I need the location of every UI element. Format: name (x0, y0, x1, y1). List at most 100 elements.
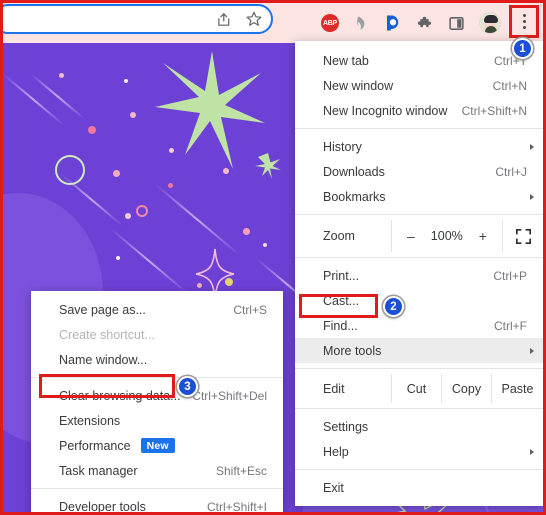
kebab-menu-button[interactable] (509, 5, 539, 38)
menu-item-help[interactable]: Help (295, 439, 543, 464)
menu-item-new-window[interactable]: New window Ctrl+N (295, 73, 543, 98)
menu-item-label: Developer tools (59, 499, 146, 514)
submenu-item-save-page-as[interactable]: Save page as... Ctrl+S (31, 297, 283, 322)
surfshark-vpn-icon[interactable] (353, 14, 369, 32)
decorative-dot (113, 170, 120, 177)
decorative-dot (130, 112, 136, 118)
share-icon[interactable] (216, 11, 233, 28)
adblock-plus-icon[interactable]: ABP (321, 14, 339, 32)
fullscreen-button[interactable] (503, 228, 543, 244)
menu-item-more-tools[interactable]: More tools (295, 338, 543, 363)
menu-item-settings[interactable]: Settings (295, 414, 543, 439)
menu-group-settings: Settings Help (295, 414, 543, 464)
menu-group-history: History Downloads Ctrl+J Bookmarks (295, 134, 543, 209)
bookmark-star-icon[interactable] (245, 10, 263, 28)
menu-separator (295, 408, 543, 409)
step-badge-2: 2 (383, 296, 404, 317)
fullscreen-icon (515, 228, 531, 244)
menu-item-label: Create shortcut... (59, 327, 155, 342)
decorative-streak (30, 73, 86, 120)
menu-group-tools: Print... Ctrl+P Cast... Find... Ctrl+F M… (295, 263, 543, 363)
menu-item-new-incognito-window[interactable]: New Incognito window Ctrl+Shift+N (295, 98, 543, 123)
menu-item-history[interactable]: History (295, 134, 543, 159)
menu-row-zoom: Zoom – 100% + (295, 220, 543, 252)
menu-item-shortcut: Ctrl+J (495, 164, 527, 179)
submenu-item-create-shortcut: Create shortcut... (31, 322, 283, 347)
menu-separator (31, 488, 283, 489)
menu-separator (295, 257, 543, 258)
menu-item-shortcut: Ctrl+Shift+I (206, 499, 267, 514)
decorative-dot (124, 79, 128, 83)
menu-item-find[interactable]: Find... Ctrl+F (295, 313, 543, 338)
small-star-icon (255, 153, 281, 179)
menu-item-label: Help (323, 444, 349, 459)
menu-item-label: Task manager (59, 463, 138, 478)
decorative-dot (225, 278, 233, 286)
decorative-dot (116, 256, 120, 260)
submenu-item-name-window[interactable]: Name window... (31, 347, 283, 372)
menu-item-label: Cast... (323, 293, 360, 308)
menu-item-new-tab[interactable]: New tab Ctrl+T (295, 48, 543, 73)
zoom-out-button[interactable]: – (407, 228, 415, 244)
chevron-right-icon (530, 347, 534, 354)
menu-separator (295, 368, 543, 369)
menu-separator (295, 214, 543, 215)
menu-item-label: New Incognito window (323, 103, 448, 118)
menu-item-label: New window (323, 78, 394, 93)
decorative-dot (197, 283, 202, 288)
decorative-dot (263, 243, 267, 247)
menu-item-shortcut: Ctrl+P (493, 268, 527, 283)
decorative-dot (168, 183, 173, 188)
kebab-dot-icon (522, 14, 526, 17)
submenu-item-performance[interactable]: Performance New (31, 433, 283, 458)
zoom-in-button[interactable]: + (479, 228, 487, 244)
menu-separator (31, 377, 283, 378)
address-bar[interactable] (3, 4, 273, 34)
menu-item-shortcut: Ctrl+N (492, 78, 527, 93)
chevron-right-icon (530, 143, 534, 150)
decorative-ring (136, 205, 148, 217)
step-badge-3: 3 (177, 376, 198, 397)
decorative-dot (88, 126, 96, 134)
menu-separator (295, 469, 543, 470)
menu-item-bookmarks[interactable]: Bookmarks (295, 184, 543, 209)
omnibox-action-icons (216, 10, 263, 28)
extensions-puzzle-icon[interactable] (416, 14, 434, 32)
decorative-dot (59, 73, 64, 78)
menu-item-label: Downloads (323, 164, 385, 179)
step-badge-1: 1 (512, 38, 533, 59)
menu-item-label: Extensions (59, 413, 121, 428)
submenu-item-clear-browsing-data[interactable]: Clear browsing data... Ctrl+Shift+Del (31, 383, 283, 408)
screenshot-root: ABP New tab Ctrl+T New window Ctrl+N New… (0, 0, 546, 515)
submenu-item-task-manager[interactable]: Task manager Shift+Esc (31, 458, 283, 483)
kebab-dot-icon (522, 26, 526, 29)
side-panel-icon[interactable] (448, 15, 465, 32)
menu-item-exit[interactable]: Exit (295, 475, 543, 500)
chrome-main-menu: New tab Ctrl+T New window Ctrl+N New Inc… (295, 41, 543, 506)
menu-item-cast[interactable]: Cast... (295, 288, 543, 313)
chevron-right-icon (530, 193, 534, 200)
menu-item-shortcut: Ctrl+Shift+Del (192, 388, 267, 403)
kebab-dot-icon (522, 20, 526, 23)
submenu-item-developer-tools[interactable]: Developer tools Ctrl+Shift+I (31, 494, 283, 514)
new-feature-badge: New (140, 438, 175, 453)
submenu-item-extensions[interactable]: Extensions (31, 408, 283, 433)
decorative-streak (110, 228, 189, 294)
menu-separator (295, 128, 543, 129)
menu-item-label: New tab (323, 53, 369, 68)
menu-item-label: History (323, 139, 362, 154)
decorative-dot (223, 168, 229, 174)
menu-item-label: More tools (323, 343, 382, 358)
profile-avatar-icon[interactable] (479, 12, 501, 34)
edit-cut-button[interactable]: Cut (391, 374, 441, 403)
pdf-tool-icon[interactable] (383, 14, 402, 33)
menu-item-print[interactable]: Print... Ctrl+P (295, 263, 543, 288)
menu-item-shortcut: Ctrl+S (233, 302, 267, 317)
decorative-dot (169, 148, 174, 153)
menu-item-label: Bookmarks (323, 189, 386, 204)
menu-item-downloads[interactable]: Downloads Ctrl+J (295, 159, 543, 184)
star-burst-icon (155, 51, 265, 169)
edit-copy-button[interactable]: Copy (441, 374, 491, 403)
menu-group-new: New tab Ctrl+T New window Ctrl+N New Inc… (295, 48, 543, 123)
edit-paste-button[interactable]: Paste (491, 374, 543, 403)
